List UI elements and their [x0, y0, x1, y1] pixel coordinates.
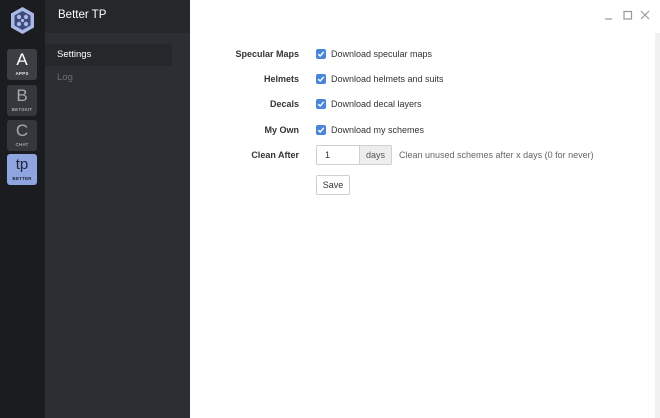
days-addon: days [359, 145, 392, 165]
rail-item-apps[interactable]: A APPS [7, 49, 37, 80]
specular-maps-option[interactable]: Download specular maps [331, 49, 432, 59]
betskit-caption: BETSKIT [11, 107, 33, 112]
maximize-icon[interactable] [622, 9, 634, 21]
decals-option[interactable]: Download decal layers [331, 99, 422, 109]
side-nav: Better TP Settings Log [45, 0, 190, 418]
my-own-option[interactable]: Download my schemes [331, 125, 424, 135]
close-icon[interactable] [639, 9, 651, 21]
chat-caption: CHAT [15, 142, 29, 147]
save-button[interactable]: Save [316, 175, 350, 195]
betskit-glyph: B [16, 86, 28, 105]
clean-after-help: Clean unused schemes after x days (0 for… [399, 150, 594, 160]
my-own-label: My Own [264, 125, 299, 135]
app-rail: A APPS B BETSKIT C CHAT tp BETTER [0, 0, 45, 418]
nav-item-settings[interactable]: Settings [45, 44, 172, 66]
specular-maps-checkbox[interactable] [316, 49, 326, 59]
better-glyph: tp [15, 156, 29, 173]
clean-after-input[interactable] [316, 145, 359, 165]
my-own-checkbox[interactable] [316, 125, 326, 135]
specular-maps-label: Specular Maps [235, 49, 299, 59]
helmets-option[interactable]: Download helmets and suits [331, 74, 444, 84]
decals-checkbox[interactable] [316, 99, 326, 109]
app-logo-icon[interactable] [9, 6, 36, 35]
clean-after-label: Clean After [251, 150, 299, 160]
page-title: Better TP [58, 9, 107, 21]
decals-label: Decals [269, 99, 299, 109]
better-caption: BETTER [12, 176, 32, 181]
apps-glyph: A [16, 50, 28, 69]
helmets-label: Helmets [263, 74, 299, 84]
rail-item-better[interactable]: tp BETTER [7, 154, 37, 185]
apps-caption: APPS [15, 71, 29, 76]
rail-item-chat[interactable]: C CHAT [7, 120, 37, 151]
nav-item-log[interactable]: Log [45, 67, 172, 89]
rail-item-betskit[interactable]: B BETSKIT [7, 85, 37, 116]
helmets-checkbox[interactable] [316, 74, 326, 84]
nav-header: Better TP [45, 0, 190, 33]
scrollbar-track[interactable] [655, 33, 660, 418]
chat-glyph: C [15, 121, 29, 140]
minimize-icon[interactable] [603, 9, 615, 21]
